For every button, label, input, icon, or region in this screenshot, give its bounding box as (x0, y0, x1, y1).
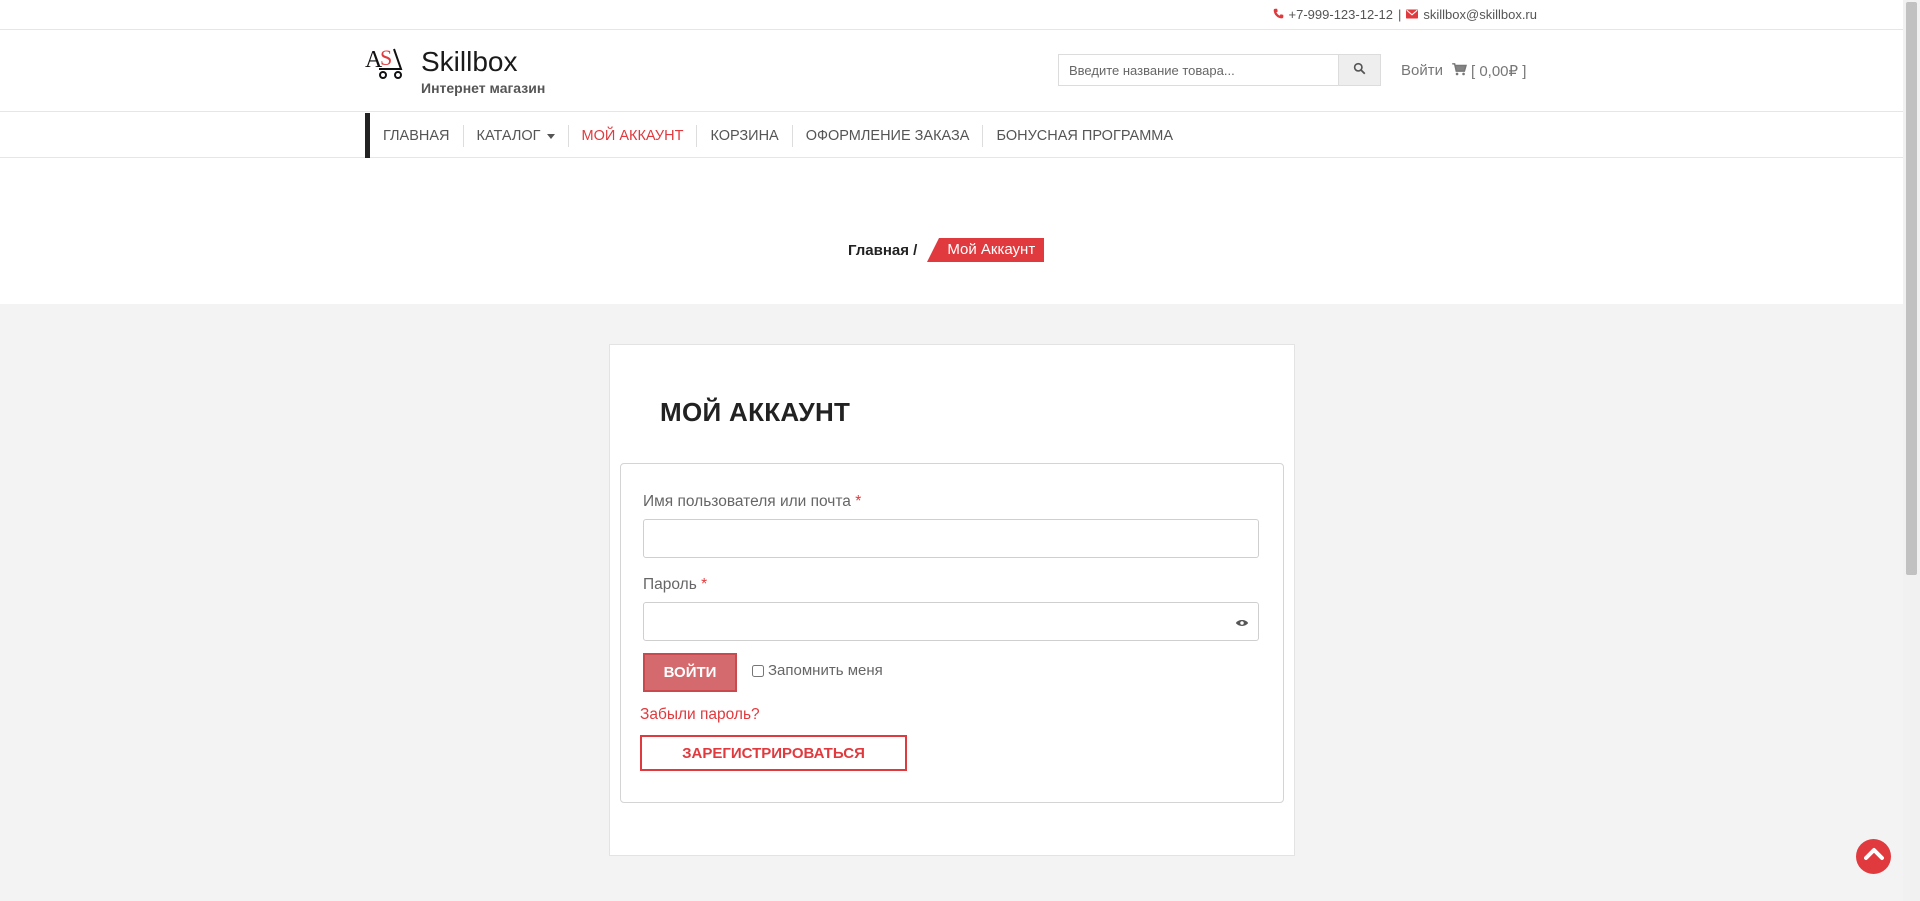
search-button[interactable] (1338, 55, 1380, 85)
topbar-contacts: +7-999-123-12-12 | skillbox@skillbox.ru (1273, 7, 1537, 22)
register-button[interactable]: ЗАРЕГИСТРИРОВАТЬСЯ (640, 735, 907, 771)
nav-item-checkout[interactable]: ОФОРМЛЕНИЕ ЗАКАЗА (793, 124, 984, 147)
password-label-text: Пароль (643, 576, 697, 593)
login-button[interactable]: ВОЙТИ (643, 653, 737, 692)
nav-item-label: БОНУСНАЯ ПРОГРАММА (996, 127, 1174, 144)
search-icon (1353, 62, 1366, 78)
username-label: Имя пользователя или почта * (643, 493, 861, 511)
nav-item-bonus-program[interactable]: БОНУСНАЯ ПРОГРАММА (983, 125, 1186, 147)
main-nav: ГЛАВНАЯ КАТАЛОГ МОЙ АККАУНТ КОРЗИНА ОФОР… (0, 113, 1903, 158)
remember-me-checkbox[interactable] (752, 664, 764, 677)
phone-icon (1273, 7, 1284, 22)
breadcrumb-home[interactable]: Главная / (848, 242, 917, 259)
nav-item-label: ГЛАВНАЯ (383, 127, 450, 144)
logo-icon[interactable]: A S (365, 45, 409, 81)
site-header: A S Skillbox Интернет магазин Войти [ 0,… (0, 30, 1903, 112)
nav-item-label: КАТАЛОГ (476, 127, 541, 144)
page-scrollbar[interactable] (1903, 0, 1920, 901)
caret-down-icon (546, 134, 555, 139)
back-to-top-button[interactable] (1856, 839, 1891, 874)
remember-me[interactable]: Запомнить меня (752, 662, 883, 679)
forgot-password-link[interactable]: Забыли пароль? (640, 706, 760, 724)
breadcrumb: Главная / Мой Аккаунт (848, 238, 1045, 262)
password-wrapper (643, 602, 1259, 641)
login-link[interactable]: Войти (1401, 62, 1443, 79)
brand-name[interactable]: Skillbox (421, 46, 517, 78)
topbar-email[interactable]: skillbox@skillbox.ru (1423, 7, 1537, 22)
nav-item-label: ОФОРМЛЕНИЕ ЗАКАЗА (805, 127, 970, 144)
chevron-up-icon (1863, 846, 1884, 867)
cart-total: [ 0,00₽ ] (1471, 63, 1527, 80)
required-mark: * (855, 493, 862, 510)
brand-tagline: Интернет магазин (421, 80, 546, 96)
breadcrumb-current: Мой Аккаунт (927, 238, 1045, 262)
svg-text:S: S (380, 45, 392, 70)
nav-item-catalog[interactable]: КАТАЛОГ (464, 124, 569, 147)
nav-item-home[interactable]: ГЛАВНАЯ (370, 124, 464, 147)
topbar: +7-999-123-12-12 | skillbox@skillbox.ru (0, 0, 1903, 30)
scrollbar-thumb[interactable] (1906, 2, 1917, 575)
page-title: МОЙ АККАУНТ (660, 397, 851, 427)
remember-me-label: Запомнить меня (768, 662, 883, 679)
cart-link[interactable]: [ 0,00₽ ] (1452, 62, 1526, 80)
nav-item-my-account[interactable]: МОЙ АККАУНТ (569, 124, 698, 147)
username-label-text: Имя пользователя или почта (643, 493, 851, 510)
nav-menu: ГЛАВНАЯ КАТАЛОГ МОЙ АККАУНТ КОРЗИНА ОФОР… (365, 113, 1186, 158)
search-input[interactable] (1059, 55, 1338, 85)
password-label: Пароль * (643, 576, 707, 594)
nav-item-label: МОЙ АККАУНТ (581, 127, 684, 144)
cart-icon (1452, 62, 1467, 80)
topbar-separator: | (1397, 7, 1402, 22)
topbar-phone[interactable]: +7-999-123-12-12 (1289, 7, 1393, 22)
search-box (1058, 54, 1381, 86)
password-field[interactable] (643, 602, 1259, 641)
nav-item-cart[interactable]: КОРЗИНА (697, 124, 793, 147)
account-card: МОЙ АККАУНТ Имя пользователя или почта *… (609, 344, 1295, 856)
eye-icon[interactable] (1235, 615, 1249, 633)
login-form: Имя пользователя или почта * Пароль * ВО… (620, 463, 1284, 803)
nav-item-label: КОРЗИНА (710, 127, 779, 144)
username-field[interactable] (643, 519, 1259, 558)
required-mark: * (701, 576, 708, 593)
mail-icon (1406, 7, 1419, 22)
